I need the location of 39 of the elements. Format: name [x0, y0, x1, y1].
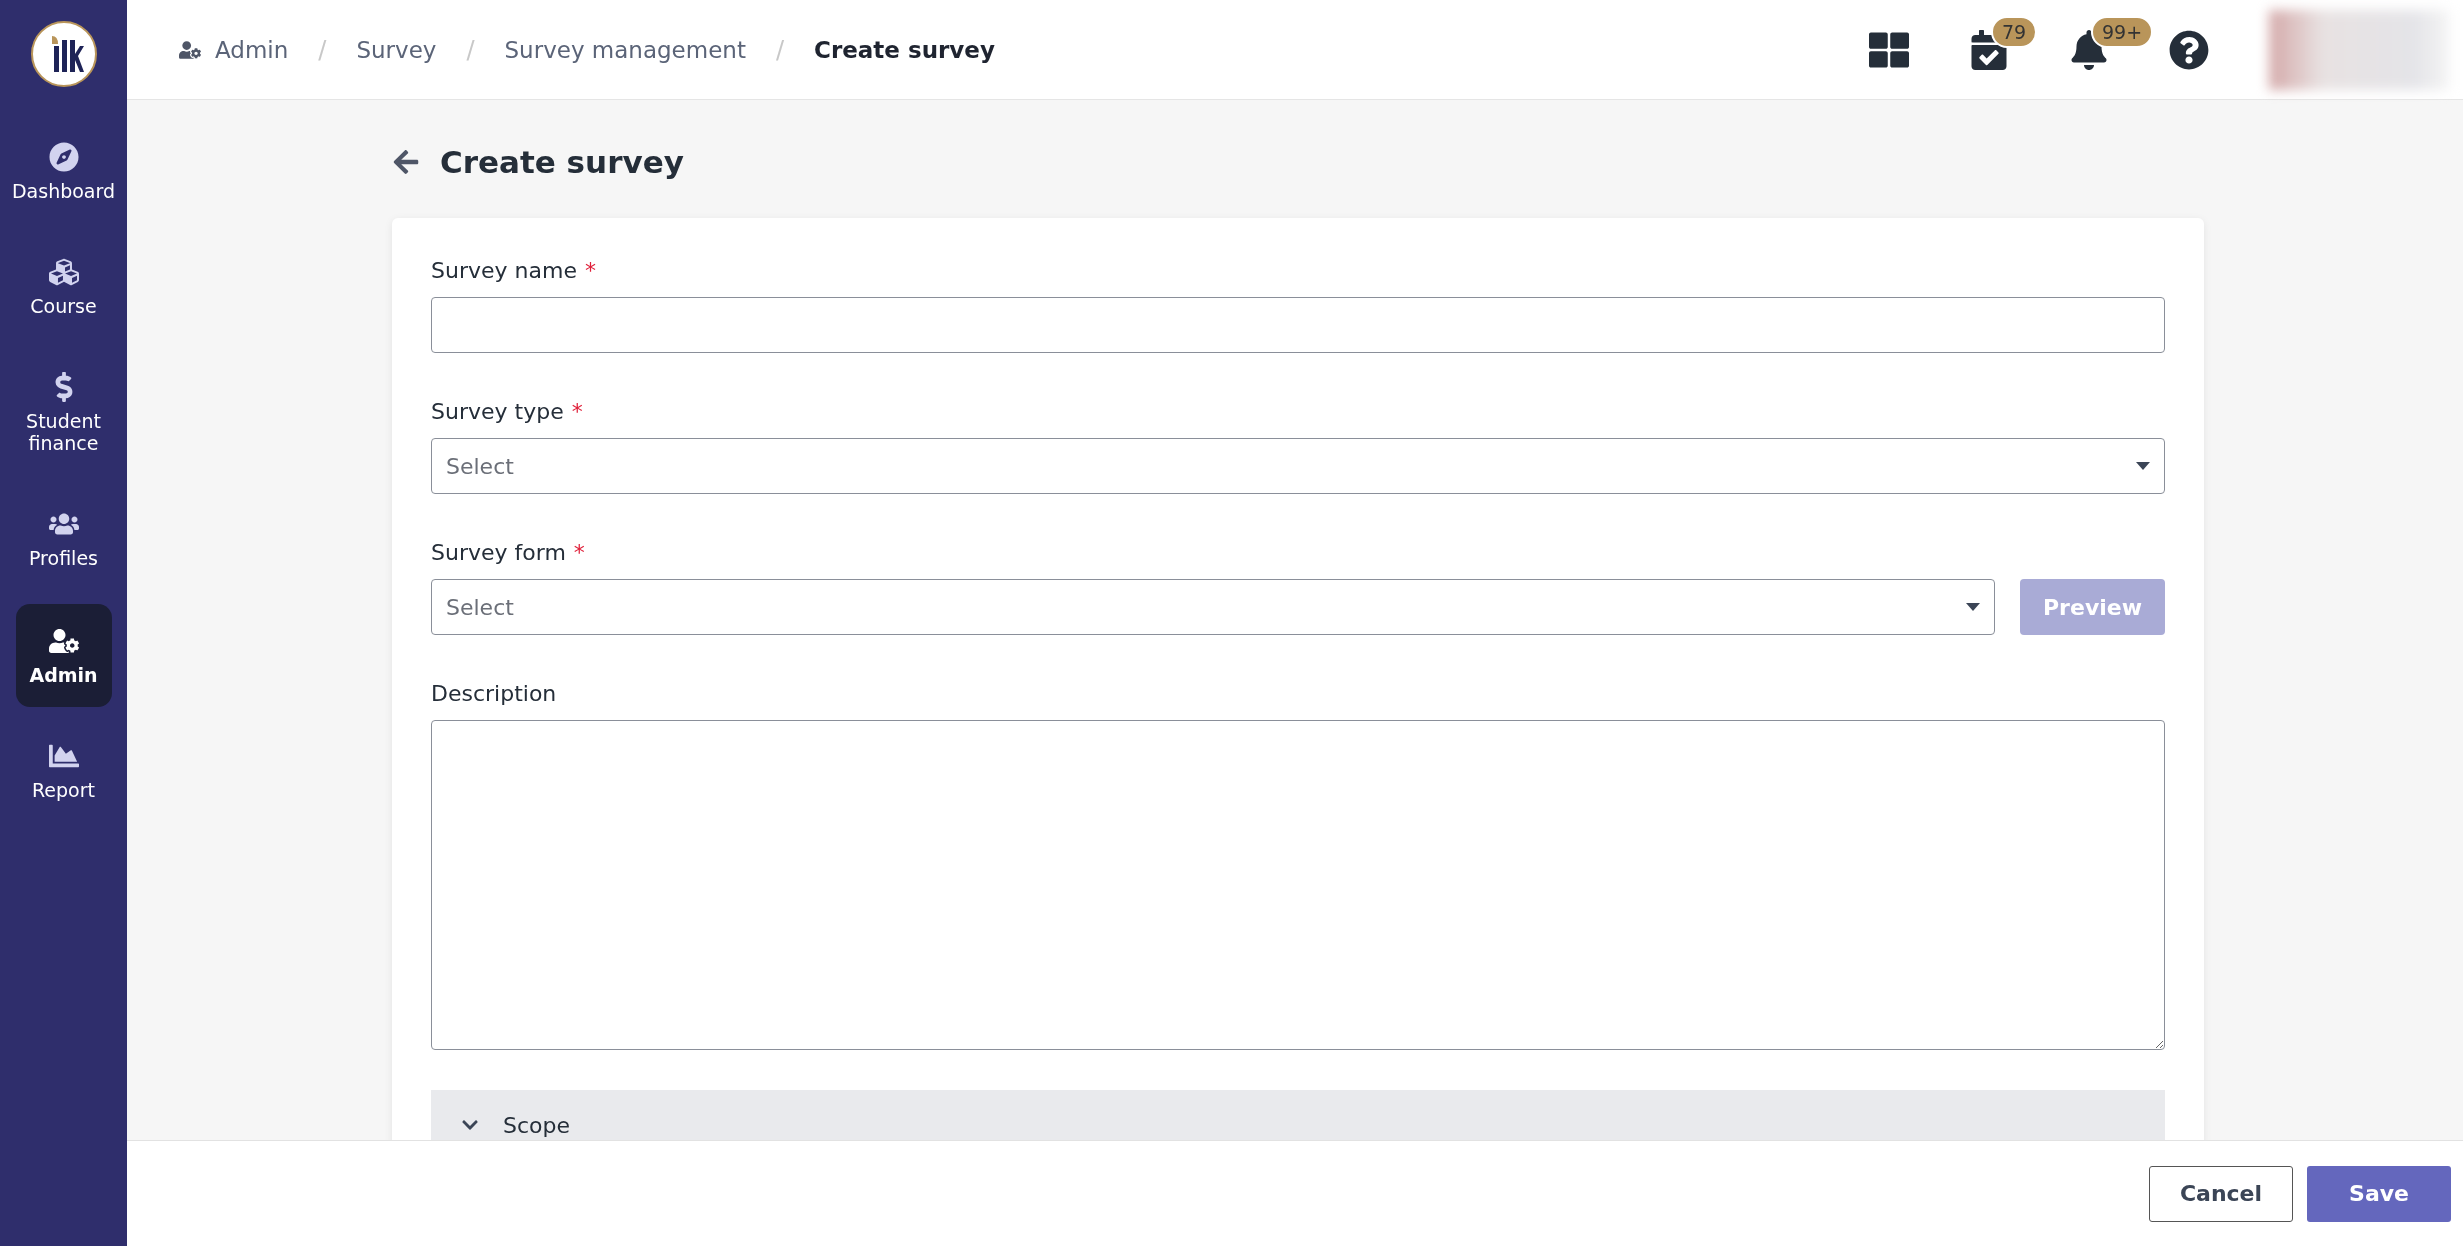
- breadcrumb-separator: /: [775, 35, 784, 64]
- sidebar-item[interactable]: Student finance: [15, 351, 112, 476]
- caret-icon: [2136, 462, 2150, 470]
- compass-icon: [48, 142, 79, 172]
- page-title: Create survey: [440, 144, 684, 180]
- required-mark: *: [571, 399, 583, 424]
- select-field[interactable]: Select: [431, 579, 1995, 635]
- breadcrumb-separator: /: [318, 35, 327, 64]
- current-page-label: Create survey: [814, 36, 995, 63]
- sidebar-item[interactable]: Dashboard: [15, 122, 112, 223]
- field-label: Description: [431, 681, 557, 706]
- user-gear-icon: [48, 626, 79, 656]
- description-field[interactable]: [431, 720, 2165, 1050]
- help-button[interactable]: [2169, 29, 2209, 70]
- field-label: Survey form: [431, 540, 566, 565]
- field-label: Survey type: [431, 399, 564, 424]
- section-header[interactable]: Scope: [431, 1090, 2165, 1140]
- sidebar-item[interactable]: Report: [15, 720, 112, 822]
- cubes-icon: [48, 256, 79, 287]
- sidebar-item[interactable]: Admin: [15, 604, 112, 707]
- save-button[interactable]: Save: [2307, 1165, 2451, 1222]
- back-button[interactable]: [392, 148, 420, 176]
- logo-icon: [29, 20, 98, 88]
- select-field[interactable]: Select: [431, 438, 2165, 494]
- user-gear-icon: [179, 38, 201, 61]
- count-badge: 99+: [2091, 15, 2154, 48]
- breadcrumb-link[interactable]: Survey: [356, 36, 437, 63]
- required-mark: *: [573, 540, 585, 565]
- count-badge: 79: [1991, 15, 2038, 48]
- breadcrumb-link[interactable]: Survey management: [504, 36, 746, 63]
- sidebar-item[interactable]: Profiles: [15, 489, 112, 590]
- text-field[interactable]: [431, 297, 2165, 353]
- caret-icon: [1966, 603, 1980, 611]
- sidebar-item[interactable]: Course: [15, 236, 112, 338]
- required-mark: *: [584, 258, 596, 283]
- breadcrumb-separator: /: [466, 35, 475, 64]
- field-label: Survey name: [431, 258, 577, 283]
- breadcrumb-link[interactable]: Admin: [215, 36, 289, 63]
- cancel-button[interactable]: Cancel: [2148, 1165, 2294, 1222]
